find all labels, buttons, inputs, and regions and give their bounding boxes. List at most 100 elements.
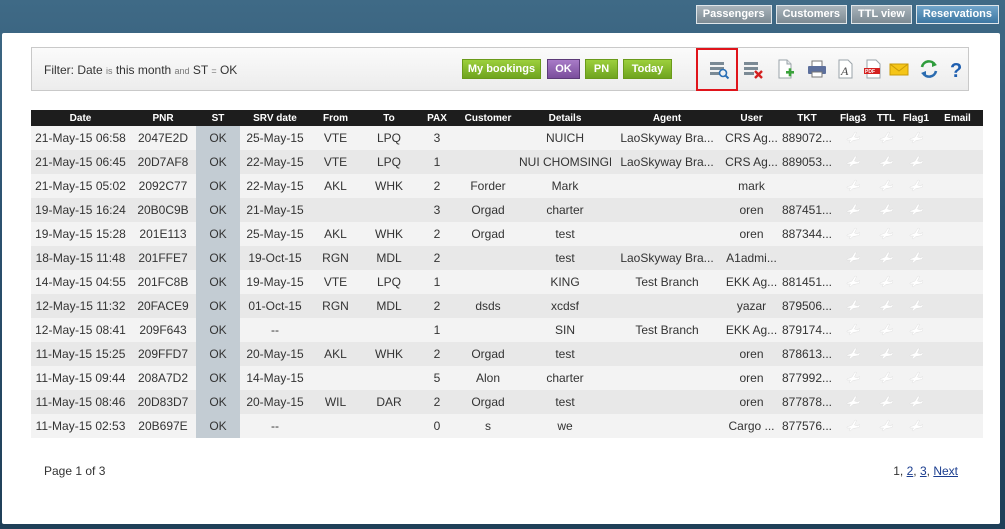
plane-icon[interactable] (909, 394, 924, 408)
pnr-cell: 201E113 (130, 222, 196, 246)
today-filter-button[interactable]: Today (623, 59, 672, 79)
filter-date-value: this month (112, 63, 175, 77)
details-cell: KING (519, 270, 611, 294)
plane-icon[interactable] (846, 394, 861, 408)
ok-filter-button[interactable]: OK (547, 59, 580, 79)
plane-icon[interactable] (846, 346, 861, 360)
pdf-icon[interactable]: PDF (860, 56, 886, 82)
plane-icon[interactable] (879, 322, 894, 336)
delete-list-icon[interactable] (740, 56, 766, 82)
plane-icon[interactable] (879, 250, 894, 264)
column-header[interactable]: From (310, 110, 361, 126)
plane-icon[interactable] (909, 250, 924, 264)
table-row[interactable]: 12-May-15 08:41 209F643 OK -- 1 SIN Test Branc… (31, 318, 983, 342)
table-row[interactable]: 11-May-15 02:53 20B697E OK -- 0 s we Cargo ... 8… (31, 414, 983, 438)
refresh-icon[interactable] (916, 56, 942, 82)
column-header[interactable]: Details (519, 110, 611, 126)
table-row[interactable]: 12-May-15 11:32 20FACE9 OK 01-Oct-15 RGN MDL 2… (31, 294, 983, 318)
plane-icon[interactable] (846, 370, 861, 384)
font-icon[interactable]: A (832, 56, 858, 82)
table-row[interactable]: 11-May-15 09:44 208A7D2 OK 14-May-15 5 Alon ch… (31, 366, 983, 390)
plane-icon[interactable] (846, 250, 861, 264)
plane-icon[interactable] (879, 202, 894, 216)
plane-icon[interactable] (879, 370, 894, 384)
plane-icon[interactable] (909, 226, 924, 240)
plane-icon[interactable] (909, 418, 924, 432)
svg-text:PDF: PDF (865, 69, 875, 75)
plane-icon[interactable] (879, 346, 894, 360)
plane-icon[interactable] (909, 346, 924, 360)
column-header[interactable]: Customer (457, 110, 519, 126)
plane-icon[interactable] (909, 298, 924, 312)
plane-icon[interactable] (846, 298, 861, 312)
st-cell: OK (196, 126, 240, 150)
table-row[interactable]: 21-May-15 05:02 2092C77 OK 22-May-15 AKL WHK 2… (31, 174, 983, 198)
column-header[interactable]: TKT (780, 110, 834, 126)
plane-icon[interactable] (909, 178, 924, 192)
next-page-link[interactable]: Next (933, 464, 958, 478)
nav-reservations-button[interactable]: Reservations (915, 5, 999, 24)
plane-icon[interactable] (879, 298, 894, 312)
search-list-icon[interactable] (706, 56, 732, 82)
table-row[interactable]: 19-May-15 15:28 201E113 OK 25-May-15 AKL WHK 2… (31, 222, 983, 246)
flight-flag-cell (872, 270, 900, 294)
column-header[interactable]: Flag1 (900, 110, 932, 126)
plane-icon[interactable] (879, 178, 894, 192)
column-header[interactable]: ST (196, 110, 240, 126)
column-header[interactable]: Flag3 (834, 110, 872, 126)
column-header[interactable]: PNR (130, 110, 196, 126)
table-row[interactable]: 11-May-15 08:46 20D83D7 OK 20-May-15 WIL DAR 2… (31, 390, 983, 414)
column-header[interactable]: To (361, 110, 417, 126)
user-cell: EKK Ag... (723, 270, 780, 294)
agent-cell (611, 414, 723, 438)
nav-passengers-button[interactable]: Passengers (695, 5, 772, 24)
plane-icon[interactable] (846, 178, 861, 192)
column-header[interactable]: Date (31, 110, 130, 126)
nav-ttl-view-button[interactable]: TTL view (851, 5, 912, 24)
plane-icon[interactable] (909, 202, 924, 216)
plane-icon[interactable] (846, 202, 861, 216)
column-header[interactable]: PAX (417, 110, 457, 126)
table-row[interactable]: 19-May-15 16:24 20B0C9B OK 21-May-15 3 Orgad c… (31, 198, 983, 222)
plane-icon[interactable] (846, 154, 861, 168)
plane-icon[interactable] (879, 418, 894, 432)
tkt-cell: 877992... (780, 366, 834, 390)
table-row[interactable]: 14-May-15 04:55 201FC8B OK 19-May-15 VTE LPQ 1… (31, 270, 983, 294)
plane-icon[interactable] (879, 274, 894, 288)
table-row[interactable]: 18-May-15 11:48 201FFE7 OK 19-Oct-15 RGN MDL 2… (31, 246, 983, 270)
from-cell: WIL (310, 390, 361, 414)
from-cell: RGN (310, 294, 361, 318)
print-icon[interactable] (804, 56, 830, 82)
column-header[interactable]: Agent (611, 110, 723, 126)
plane-icon[interactable] (879, 394, 894, 408)
page-3-link[interactable]: 3 (920, 464, 927, 478)
email-icon[interactable] (886, 56, 912, 82)
plane-icon[interactable] (846, 322, 861, 336)
add-document-icon[interactable] (772, 56, 798, 82)
help-icon[interactable]: ? (943, 56, 969, 82)
table-row[interactable]: 11-May-15 15:25 209FFD7 OK 20-May-15 AKL WHK 2… (31, 342, 983, 366)
plane-icon[interactable] (846, 418, 861, 432)
plane-icon[interactable] (846, 274, 861, 288)
plane-icon[interactable] (846, 226, 861, 240)
table-row[interactable]: 21-May-15 06:58 2047E2D OK 25-May-15 VTE LPQ 3… (31, 126, 983, 150)
plane-icon[interactable] (909, 274, 924, 288)
plane-icon[interactable] (909, 154, 924, 168)
column-header[interactable]: SRV date (240, 110, 310, 126)
plane-icon[interactable] (846, 130, 861, 144)
nav-customers-button[interactable]: Customers (775, 5, 848, 24)
column-header[interactable]: Email (932, 110, 983, 126)
column-header[interactable]: User (723, 110, 780, 126)
column-header[interactable]: TTL (872, 110, 900, 126)
plane-icon[interactable] (909, 370, 924, 384)
my-bookings-button[interactable]: My bookings (462, 59, 541, 79)
plane-icon[interactable] (879, 154, 894, 168)
to-cell: LPQ (361, 150, 417, 174)
plane-icon[interactable] (909, 322, 924, 336)
table-row[interactable]: 21-May-15 06:45 20D7AF8 OK 22-May-15 VTE LPQ 1… (31, 150, 983, 174)
plane-icon[interactable] (909, 130, 924, 144)
pn-filter-button[interactable]: PN (585, 59, 618, 79)
plane-icon[interactable] (879, 130, 894, 144)
page-2-link[interactable]: 2 (907, 464, 914, 478)
plane-icon[interactable] (879, 226, 894, 240)
